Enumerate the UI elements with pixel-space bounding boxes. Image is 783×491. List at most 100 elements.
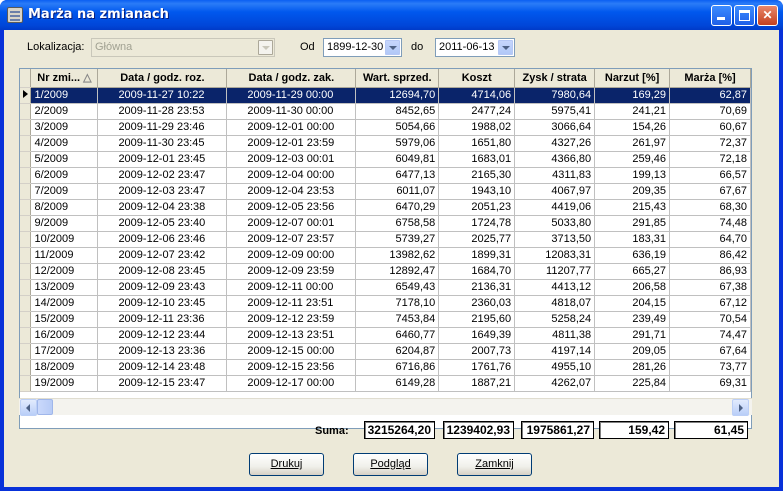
cell-start[interactable]: 2009-12-15 23:47 xyxy=(97,375,228,392)
cell-shift-no[interactable]: 13/2009 xyxy=(30,279,99,296)
cell-shift-no[interactable]: 14/2009 xyxy=(30,295,99,312)
title-bar[interactable]: Marża na zmianach ✕ xyxy=(0,0,783,30)
cell-sales[interactable]: 6758,58 xyxy=(355,215,440,232)
cell-shift-no[interactable]: 15/2009 xyxy=(30,311,99,328)
cell-profit[interactable]: 4818,07 xyxy=(514,295,596,312)
close-button[interactable]: Zamknij xyxy=(457,453,532,476)
cell-end[interactable]: 2009-12-11 00:00 xyxy=(226,279,357,296)
row-indicator[interactable] xyxy=(20,247,32,264)
cell-sales[interactable]: 7178,10 xyxy=(355,295,440,312)
row-indicator[interactable] xyxy=(20,359,32,376)
cell-shift-no[interactable]: 9/2009 xyxy=(30,215,99,232)
cell-margin[interactable]: 68,30 xyxy=(669,199,751,216)
cell-margin[interactable]: 72,18 xyxy=(669,151,751,168)
cell-end[interactable]: 2009-12-09 00:00 xyxy=(226,247,357,264)
table-row[interactable]: 5/2009 2009-12-01 23:45 2009-12-03 00:01 60… xyxy=(20,151,751,168)
cell-margin[interactable]: 67,12 xyxy=(669,295,751,312)
horizontal-scrollbar[interactable] xyxy=(19,398,752,416)
cell-end[interactable]: 2009-12-01 23:59 xyxy=(226,135,357,152)
cell-cost[interactable]: 2477,24 xyxy=(438,103,516,120)
cell-markup[interactable]: 261,97 xyxy=(594,135,671,152)
cell-margin[interactable]: 86,93 xyxy=(669,263,751,280)
cell-start[interactable]: 2009-11-28 23:53 xyxy=(97,103,228,120)
table-row[interactable]: 13/2009 2009-12-09 23:43 2009-12-11 00:00 6… xyxy=(20,279,751,296)
row-indicator[interactable] xyxy=(20,151,32,168)
row-indicator[interactable] xyxy=(20,167,32,184)
cell-end[interactable]: 2009-12-03 00:01 xyxy=(226,151,357,168)
cell-cost[interactable]: 1651,80 xyxy=(438,135,516,152)
horizontal-scroll-thumb[interactable] xyxy=(37,399,53,415)
row-indicator[interactable] xyxy=(20,103,32,120)
cell-shift-no[interactable]: 4/2009 xyxy=(30,135,99,152)
col-header-margin[interactable]: Marża [%] xyxy=(669,69,751,88)
cell-profit[interactable]: 4327,26 xyxy=(514,135,596,152)
row-indicator[interactable] xyxy=(20,135,32,152)
row-indicator[interactable] xyxy=(20,231,32,248)
table-row[interactable]: 8/2009 2009-12-04 23:38 2009-12-05 23:56 64… xyxy=(20,199,751,216)
cell-shift-no[interactable]: 12/2009 xyxy=(30,263,99,280)
cell-sales[interactable]: 6470,29 xyxy=(355,199,440,216)
cell-start[interactable]: 2009-12-05 23:40 xyxy=(97,215,228,232)
cell-end[interactable]: 2009-12-04 23:53 xyxy=(226,183,357,200)
row-indicator[interactable] xyxy=(20,295,32,312)
row-indicator[interactable] xyxy=(20,343,32,360)
cell-profit[interactable]: 4197,14 xyxy=(514,343,596,360)
table-row[interactable]: 3/2009 2009-11-29 23:46 2009-12-01 00:00 50… xyxy=(20,119,751,136)
cell-shift-no[interactable]: 2/2009 xyxy=(30,103,99,120)
row-indicator[interactable] xyxy=(20,263,32,280)
cell-start[interactable]: 2009-11-30 23:45 xyxy=(97,135,228,152)
cell-margin[interactable]: 67,38 xyxy=(669,279,751,296)
cell-profit[interactable]: 11207,77 xyxy=(514,263,596,280)
cell-markup[interactable]: 241,21 xyxy=(594,103,671,120)
cell-markup[interactable]: 215,43 xyxy=(594,199,671,216)
cell-start[interactable]: 2009-12-03 23:47 xyxy=(97,183,228,200)
cell-margin[interactable]: 64,70 xyxy=(669,231,751,248)
cell-profit[interactable]: 12083,31 xyxy=(514,247,596,264)
cell-sales[interactable]: 6460,77 xyxy=(355,327,440,344)
cell-profit[interactable]: 4366,80 xyxy=(514,151,596,168)
cell-end[interactable]: 2009-12-07 23:57 xyxy=(226,231,357,248)
cell-margin[interactable]: 66,57 xyxy=(669,167,751,184)
maximize-button[interactable] xyxy=(734,5,755,26)
table-row[interactable]: 12/2009 2009-12-08 23:45 2009-12-09 23:59 1… xyxy=(20,263,751,280)
cell-markup[interactable]: 665,27 xyxy=(594,263,671,280)
cell-cost[interactable]: 2360,03 xyxy=(438,295,516,312)
cell-cost[interactable]: 1943,10 xyxy=(438,183,516,200)
cell-shift-no[interactable]: 1/2009 xyxy=(30,87,99,104)
cell-start[interactable]: 2009-11-29 23:46 xyxy=(97,119,228,136)
cell-end[interactable]: 2009-11-29 00:00 xyxy=(226,87,357,104)
cell-margin[interactable]: 73,77 xyxy=(669,359,751,376)
table-row[interactable]: 10/2009 2009-12-06 23:46 2009-12-07 23:57 5… xyxy=(20,231,751,248)
cell-end[interactable]: 2009-12-05 23:56 xyxy=(226,199,357,216)
cell-start[interactable]: 2009-12-07 23:42 xyxy=(97,247,228,264)
cell-shift-no[interactable]: 10/2009 xyxy=(30,231,99,248)
cell-cost[interactable]: 1649,39 xyxy=(438,327,516,344)
cell-markup[interactable]: 183,31 xyxy=(594,231,671,248)
row-indicator[interactable] xyxy=(20,311,32,328)
cell-start[interactable]: 2009-12-12 23:44 xyxy=(97,327,228,344)
cell-end[interactable]: 2009-12-12 23:59 xyxy=(226,311,357,328)
table-row[interactable]: 16/2009 2009-12-12 23:44 2009-12-13 23:51 6… xyxy=(20,327,751,344)
cell-markup[interactable]: 281,26 xyxy=(594,359,671,376)
cell-start[interactable]: 2009-12-09 23:43 xyxy=(97,279,228,296)
cell-profit[interactable]: 4811,38 xyxy=(514,327,596,344)
cell-cost[interactable]: 2025,77 xyxy=(438,231,516,248)
cell-start[interactable]: 2009-12-11 23:36 xyxy=(97,311,228,328)
cell-cost[interactable]: 1724,78 xyxy=(438,215,516,232)
row-indicator[interactable] xyxy=(20,119,32,136)
col-header-start[interactable]: Data / godz. roz. xyxy=(97,69,228,88)
table-row[interactable]: 1/2009 2009-11-27 10:22 2009-11-29 00:00 12… xyxy=(20,87,751,104)
cell-markup[interactable]: 239,49 xyxy=(594,311,671,328)
cell-markup[interactable]: 204,15 xyxy=(594,295,671,312)
row-indicator[interactable] xyxy=(20,87,32,104)
cell-shift-no[interactable]: 8/2009 xyxy=(30,199,99,216)
cell-profit[interactable]: 5975,41 xyxy=(514,103,596,120)
cell-shift-no[interactable]: 17/2009 xyxy=(30,343,99,360)
cell-sales[interactable]: 5739,27 xyxy=(355,231,440,248)
col-header-sales[interactable]: Wart. sprzed. xyxy=(355,69,440,88)
row-indicator[interactable] xyxy=(20,327,32,344)
cell-sales[interactable]: 12694,70 xyxy=(355,87,440,104)
cell-margin[interactable]: 67,67 xyxy=(669,183,751,200)
cell-sales[interactable]: 12892,47 xyxy=(355,263,440,280)
cell-profit[interactable]: 3713,50 xyxy=(514,231,596,248)
